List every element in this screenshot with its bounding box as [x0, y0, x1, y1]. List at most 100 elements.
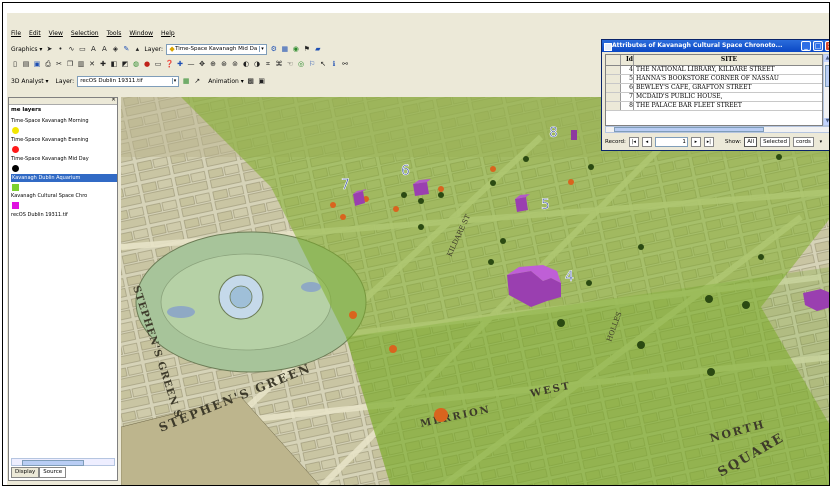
toc-horizontal-scrollbar[interactable]	[11, 458, 115, 466]
flag-icon[interactable]: ⚐	[308, 60, 316, 68]
fixed-zoom-in-icon[interactable]: ⊛	[220, 60, 228, 68]
identify-icon[interactable]: ◉	[292, 45, 300, 53]
scroll-down-icon[interactable]: ▼	[824, 118, 829, 125]
steepest-path-icon[interactable]: ↗	[193, 77, 201, 85]
records-button[interactable]: cords	[792, 137, 814, 147]
next-extent-icon[interactable]: ◑	[253, 60, 261, 68]
graphics-menu[interactable]: Graphics ▾	[11, 46, 42, 53]
minimize-icon[interactable]: _	[801, 41, 811, 51]
add-data-plus-icon[interactable]: ✚	[99, 60, 107, 68]
command-line-icon[interactable]: ▭	[154, 60, 162, 68]
table-row[interactable]: 6 BEWLEY'S CAFE, GRAFTON STREET	[606, 84, 822, 93]
layer-entry-aquarium[interactable]: Kavanagh Dublin Aquarium	[11, 174, 117, 182]
zoom-out-icon[interactable]: —	[187, 60, 195, 68]
open-folder-icon[interactable]: ▤	[22, 60, 30, 68]
table-vertical-scrollbar[interactable]: ▲ ▼	[823, 54, 829, 126]
hyperlink-icon[interactable]: ▰	[314, 45, 322, 53]
menu-window[interactable]: Window	[129, 30, 153, 37]
analyst-layer-combo[interactable]: recOS Dublin 19311.tif ▾	[77, 75, 180, 87]
previous-extent-icon[interactable]: ◐	[242, 60, 250, 68]
layer-entry-morning[interactable]: Time-Space Kavanagh Morning	[11, 118, 89, 124]
table-row[interactable]: 7 MCDAID'S PUBLIC HOUSE,	[606, 93, 822, 102]
animation-menu[interactable]: Animation ▾	[208, 78, 244, 85]
layer-entry-raster[interactable]: recOS Dublin 19311.tif	[11, 212, 68, 218]
delete-icon[interactable]: ✕	[88, 60, 96, 68]
table-row[interactable]: 5 HANNA'S BOOKSTORE CORNER OF NASSAU	[606, 75, 822, 84]
model-icon[interactable]: ●	[143, 60, 151, 68]
zoom-in-icon[interactable]: ✚	[176, 60, 184, 68]
close-icon[interactable]: ×	[111, 98, 116, 103]
attributes-window[interactable]: Attributes of Kavanagh Cultural Space Ch…	[601, 39, 829, 151]
pointer-icon[interactable]: ↖	[319, 60, 327, 68]
row-selector[interactable]	[606, 84, 621, 92]
dot-icon[interactable]: •	[56, 45, 64, 53]
full-extent-icon[interactable]: ⊕	[209, 60, 217, 68]
show-all-button[interactable]: All	[744, 137, 758, 147]
info-icon[interactable]: ℹ	[330, 60, 338, 68]
editor-icon[interactable]: ◧	[110, 60, 118, 68]
fixed-zoom-out-icon[interactable]: ⊚	[231, 60, 239, 68]
last-record-icon[interactable]: ▸|	[703, 137, 714, 147]
whats-this-help-icon[interactable]: ❓	[165, 60, 174, 68]
options-dropdown-icon[interactable]: ▾	[817, 138, 825, 146]
animation-capture-icon[interactable]: ▣	[258, 77, 266, 85]
next-record-icon[interactable]: ▸	[690, 137, 701, 147]
save-icon[interactable]: ▣	[33, 60, 41, 68]
cut-icon[interactable]: ✂	[55, 60, 63, 68]
row-selector[interactable]	[606, 66, 621, 74]
arctoolbox-icon[interactable]: ◩	[121, 60, 129, 68]
layer-entry-evening[interactable]: Time-Space Kavanagh Evening	[11, 137, 88, 143]
animation-control-icon[interactable]: ▩	[247, 77, 255, 85]
contour-icon[interactable]: ▦	[182, 77, 190, 85]
column-header-site[interactable]: SITE	[636, 55, 822, 65]
fill-color-icon[interactable]: ◈	[111, 45, 119, 53]
menu-file[interactable]: File	[11, 30, 21, 37]
new-document-icon[interactable]: ▯	[11, 60, 19, 68]
attributes-title-bar[interactable]: Attributes of Kavanagh Cultural Space Ch…	[602, 40, 829, 52]
add-data-icon[interactable]: ▦	[281, 45, 289, 53]
map-view[interactable]: STEPHEN'S GREEN STEPHEN'S GREEN S MERRIO…	[121, 97, 829, 485]
table-row[interactable]: 8 THE PALACE BAR FLEET STREET	[606, 102, 822, 111]
table-horizontal-scrollbar[interactable]	[605, 126, 829, 133]
menu-tools[interactable]: Tools	[107, 30, 122, 37]
layer-properties-icon[interactable]: ⚙	[270, 45, 278, 53]
tab-display[interactable]: Display	[11, 467, 40, 478]
curve-icon[interactable]: ∿	[67, 45, 75, 53]
scrollbar-thumb[interactable]	[825, 65, 829, 87]
row-selector[interactable]	[606, 102, 621, 110]
row-selector[interactable]	[606, 75, 621, 83]
rectangle-icon[interactable]: ▭	[78, 45, 86, 53]
menu-help[interactable]: Help	[161, 30, 175, 37]
font-color-icon[interactable]: A	[100, 45, 108, 53]
layer-combo[interactable]: ◆ Time-Space Kavanagh Mid Da ▾	[166, 43, 267, 55]
first-record-icon[interactable]: |◂	[628, 137, 639, 147]
show-selected-button[interactable]: Selected	[760, 137, 790, 147]
layer-entry-midday[interactable]: Time-Space Kavanagh Mid Day	[11, 156, 89, 162]
copy-icon[interactable]: ❐	[66, 60, 74, 68]
line-color-icon[interactable]: ✎	[122, 45, 130, 53]
clear-selection-icon[interactable]: ⌘	[275, 60, 283, 68]
text-icon[interactable]: A	[89, 45, 97, 53]
row-selector[interactable]	[606, 93, 621, 101]
record-number-input[interactable]: 1	[654, 137, 688, 147]
scrollbar-thumb[interactable]	[22, 460, 84, 466]
pan-icon[interactable]: ✥	[198, 60, 206, 68]
menu-selection[interactable]: Selection	[71, 30, 99, 37]
globe-icon[interactable]: ◎	[297, 60, 305, 68]
print-icon[interactable]: ⎙	[44, 60, 52, 68]
menu-view[interactable]: View	[49, 30, 63, 37]
select-pointer-icon[interactable]: ➤	[45, 45, 53, 53]
marker-color-icon[interactable]: ▴	[133, 45, 141, 53]
paste-icon[interactable]: ▥	[77, 60, 85, 68]
scrollbar-thumb[interactable]	[614, 127, 764, 132]
3d-analyst-menu[interactable]: 3D Analyst ▾	[11, 78, 49, 85]
scroll-up-icon[interactable]: ▲	[824, 55, 829, 62]
select-features-icon[interactable]: ⌗	[264, 60, 272, 68]
column-header-id[interactable]: Id	[621, 55, 634, 65]
arccatalog-icon[interactable]: ◍	[132, 60, 140, 68]
table-row[interactable]: 4 THE NATIONAL LIBRARY, KILDARE STREET	[606, 66, 822, 75]
hand-icon[interactable]: ☜	[286, 60, 294, 68]
layer-entry-cultural-space[interactable]: Kavanagh Cultural Space Chro	[11, 193, 87, 199]
tab-source[interactable]: Source	[39, 467, 67, 478]
previous-record-icon[interactable]: ◂	[641, 137, 652, 147]
